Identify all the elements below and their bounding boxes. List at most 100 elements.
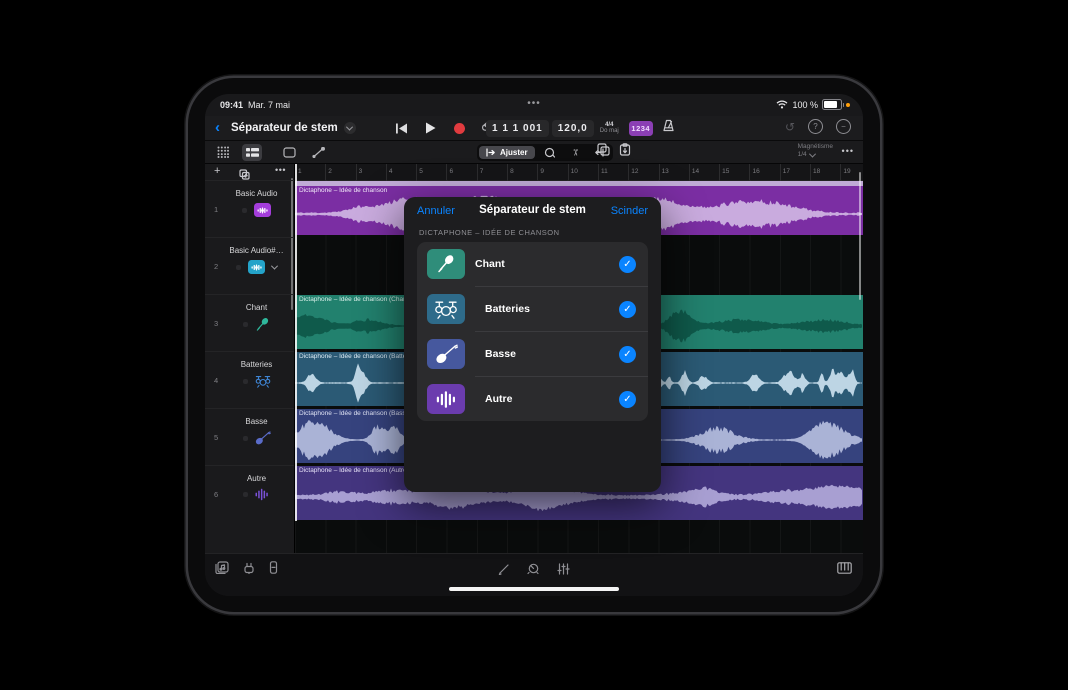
edit-toolbar: Ajuster ✂ Magnétisme 1/4 [205, 141, 863, 164]
ruler-bar-number: 15 [719, 164, 749, 180]
record-button[interactable] [451, 120, 467, 136]
track-header-basse[interactable]: 5 Basse [205, 408, 294, 465]
stem-label: Autre [485, 393, 512, 405]
record-enable-dot[interactable] [243, 322, 248, 327]
track-header-batteries[interactable]: 4 Batteries [205, 351, 294, 408]
ruler-bar-number: 16 [749, 164, 779, 180]
playhead[interactable] [295, 164, 297, 521]
paste-button[interactable] [619, 143, 631, 161]
automation-tool-icon[interactable] [308, 144, 328, 161]
main-toolbar: ‹ Séparateur de stem 1 1 1 0 [205, 116, 863, 141]
stem-list: Chant ✓ Batteries ✓ [417, 242, 648, 421]
system-minimize-button[interactable]: − [836, 119, 851, 134]
record-enable-dot[interactable] [242, 208, 247, 213]
track-number: 6 [214, 490, 218, 499]
trim-mode-button[interactable]: Ajuster [479, 146, 535, 159]
stem-label: Basse [485, 348, 516, 360]
ruler-bar-number: 4 [386, 164, 416, 180]
track-header-column: + ••• 1 Basic Audio 2 Basic Audio# [205, 164, 295, 554]
track-header-chant[interactable]: 3 Chant [205, 294, 294, 351]
tracks-view-icon[interactable] [242, 144, 262, 161]
track-name: Chant [221, 303, 292, 312]
pencil-icon[interactable] [498, 562, 510, 580]
project-title[interactable]: Séparateur de stem [231, 122, 356, 134]
metronome-button[interactable] [662, 119, 675, 137]
ruler-bar-number: 10 [568, 164, 598, 180]
audio-track-icon[interactable] [248, 260, 265, 274]
snap-chevron-icon [809, 150, 816, 157]
toolbar-more-button[interactable]: ••• [842, 146, 854, 156]
audio-track-icon[interactable] [254, 203, 271, 217]
stem-row-chant[interactable]: Chant ✓ [417, 242, 648, 286]
checkmark-icon[interactable]: ✓ [619, 256, 636, 273]
track-number: 3 [214, 319, 218, 328]
track-expand-chevron-icon[interactable] [271, 262, 278, 269]
track-header-basic-audio[interactable]: 1 Basic Audio [205, 180, 294, 237]
record-enable-dot[interactable] [243, 379, 248, 384]
ruler-bar-number: 11 [598, 164, 628, 180]
back-button[interactable]: ‹ [215, 119, 220, 136]
ruler-bar-number: 3 [356, 164, 386, 180]
go-to-beginning-button[interactable] [393, 120, 409, 136]
split-button[interactable]: Scinder [611, 205, 648, 217]
tempo-display[interactable]: 120,0 [552, 120, 594, 137]
ruler-bar-number: 1 [295, 164, 325, 180]
record-enable-dot[interactable] [243, 492, 248, 497]
microphone-icon [427, 249, 465, 279]
count-in-button[interactable]: 1234 [629, 121, 653, 136]
stem-row-basse[interactable]: Basse ✓ [475, 331, 648, 376]
signature-key-display[interactable]: 4/4 Do maj [597, 122, 622, 135]
dialog-header: Annuler Séparateur de stem Scinder [404, 197, 661, 224]
status-bar: 09:41 Mar. 7 mai ••• 100 % [205, 94, 863, 116]
title-menu-chevron-icon[interactable] [344, 122, 356, 134]
drums-icon [427, 294, 465, 324]
view-tools [213, 143, 328, 161]
lcd-display[interactable]: 1 1 1 001 120,0 4/4 Do maj 1234 [486, 119, 675, 137]
ruler-bar-number: 17 [780, 164, 810, 180]
add-track-button[interactable]: + [214, 165, 220, 177]
marquee-tool-icon[interactable] [279, 144, 299, 161]
status-indicators: 100 % [776, 99, 850, 110]
record-enable-dot[interactable] [236, 265, 241, 270]
checkmark-icon[interactable]: ✓ [619, 391, 636, 408]
dialog-source-label: DICTAPHONE – IDÉE DE CHANSON [419, 228, 661, 237]
ruler-bar-number: 7 [477, 164, 507, 180]
home-indicator[interactable] [449, 587, 619, 591]
grid-view-icon[interactable] [213, 144, 233, 161]
snap-setting[interactable]: Magnétisme 1/4 [798, 143, 833, 159]
stem-row-batteries[interactable]: Batteries ✓ [475, 286, 648, 331]
bar-ruler[interactable]: 12345678910111213141516171819 [295, 164, 863, 181]
undo-button[interactable]: ↺ [785, 120, 795, 134]
playhead-position[interactable]: 1 1 1 001 [486, 120, 549, 137]
track-header-more-button[interactable]: ••• [275, 165, 286, 175]
help-button[interactable]: ? [808, 119, 823, 134]
split-tool-button[interactable]: ✂ [564, 146, 586, 159]
track-name: Basse [221, 417, 292, 426]
record-enable-dot[interactable] [243, 436, 248, 441]
key-signature: Do maj [600, 128, 619, 135]
ruler-bar-number: 13 [659, 164, 689, 180]
track-header-autre[interactable]: 6 Autre [205, 465, 294, 522]
play-button[interactable] [422, 120, 438, 136]
checkmark-icon[interactable]: ✓ [619, 346, 636, 363]
track-name: Basic Audio [221, 189, 292, 198]
multitasking-dots-icon[interactable]: ••• [205, 98, 863, 109]
keyboard-button[interactable] [837, 561, 852, 579]
track-header-tools: + ••• [205, 164, 294, 181]
equalizer-icon [255, 488, 270, 501]
loop-tool-button[interactable] [537, 146, 562, 159]
checkmark-icon[interactable]: ✓ [619, 301, 636, 318]
snap-label: Magnétisme [798, 143, 833, 151]
track-header-basic-audio-2[interactable]: 2 Basic Audio#… [205, 237, 294, 294]
track-number: 5 [214, 433, 218, 442]
stem-row-autre[interactable]: Autre ✓ [475, 376, 648, 421]
copy-button[interactable] [597, 143, 610, 161]
workspace-scrollbar[interactable] [859, 172, 862, 300]
knob-icon[interactable] [527, 562, 540, 580]
ruler-bar-number: 2 [325, 164, 355, 180]
clipboard-tools [597, 144, 631, 161]
mixer-icon[interactable] [557, 562, 570, 580]
bass-guitar-icon [255, 431, 271, 445]
equalizer-icon [427, 384, 465, 414]
ruler-bar-number: 8 [507, 164, 537, 180]
